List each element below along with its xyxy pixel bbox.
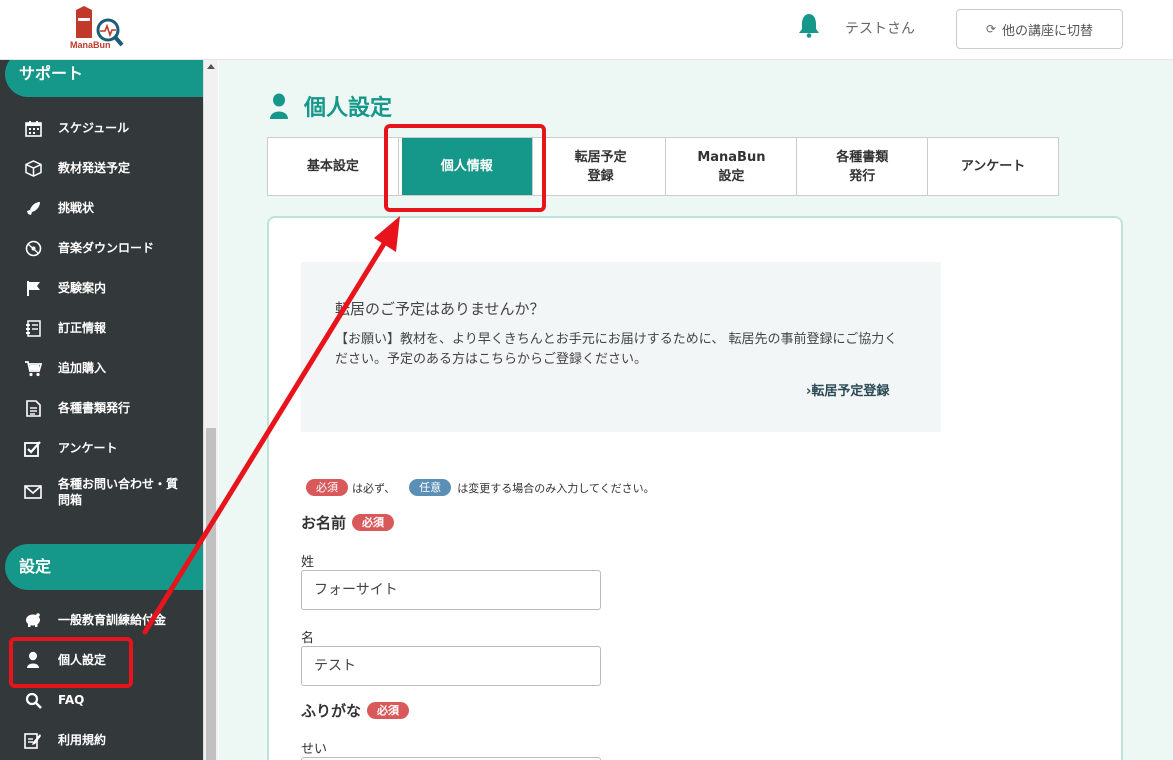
correction-icon <box>22 317 44 339</box>
box-icon <box>22 157 44 179</box>
tab-survey[interactable]: アンケート <box>928 138 1058 195</box>
tab-basic-settings[interactable]: 基本設定 <box>268 138 399 195</box>
sidebar-section-support: サポート <box>5 60 203 97</box>
sidebar-item-challenge[interactable]: 挑戦状 <box>0 197 203 219</box>
sidebar-scrollbar[interactable] <box>203 60 218 760</box>
furigana-title: ふりがな <box>301 702 362 720</box>
required-badge: 必須 <box>306 479 348 496</box>
field-legend: 必須 は必ず、 任意 は変更する場合のみ入力してください。 <box>306 479 655 496</box>
sidebar-item-corrections[interactable]: 訂正情報 <box>0 317 203 339</box>
user-icon <box>270 93 288 119</box>
page-title: 個人設定 <box>268 90 392 122</box>
sidebar-item-label: 各種書類発行 <box>58 401 131 415</box>
sidebar-item-exam-guide[interactable]: 受験案内 <box>0 277 203 299</box>
required-badge: 必須 <box>367 702 410 719</box>
last-name-input[interactable]: フォーサイト <box>301 570 601 610</box>
name-field-label: お名前 必須 <box>301 512 395 533</box>
edit-icon <box>22 729 44 751</box>
first-name-input[interactable]: テスト <box>301 646 601 686</box>
cart-icon <box>22 357 44 379</box>
username: テストさん <box>845 21 915 37</box>
checkbox-icon <box>22 437 44 459</box>
sidebar-item-label: スケジュール <box>58 121 130 135</box>
piggy-bank-icon <box>22 609 44 631</box>
sidebar-item-label: 一般教育訓練給付金 <box>58 613 167 627</box>
relocation-link[interactable]: ›転居予定登録 <box>806 380 889 399</box>
required-badge: 必須 <box>352 514 395 531</box>
last-name-label: 姓 <box>301 555 315 570</box>
tab-manabun-settings[interactable]: ManaBun 設定 <box>666 138 798 195</box>
switch-course-label: 他の講座に切替 <box>1002 23 1094 39</box>
sidebar-item-label: 挑戦状 <box>58 201 95 215</box>
notice-title: 転居のご予定はありませんか？ <box>335 300 545 318</box>
sidebar-section-settings: 設定 <box>5 544 203 590</box>
sidebar-item-schedule[interactable]: スケジュール <box>0 117 203 139</box>
sidebar-item-survey[interactable]: アンケート <box>0 437 203 459</box>
highlight-box-tab <box>384 124 546 212</box>
music-disc-icon <box>22 237 44 259</box>
sei-label: せい <box>301 742 328 757</box>
sidebar-item-label: 各種お問い合わせ・質問箱 <box>58 477 179 507</box>
sidebar-item-additional-purchase[interactable]: 追加購入 <box>0 357 203 379</box>
sidebar-item-label: 訂正情報 <box>58 321 107 335</box>
bell-icon[interactable] <box>798 12 820 38</box>
sidebar-item-label: FAQ <box>58 693 85 707</box>
app-header: ManaBun テストさん ⟳ 他の講座に切替 <box>0 0 1173 60</box>
flag-icon <box>22 277 44 299</box>
sidebar-item-label: アンケート <box>58 441 118 455</box>
notice-body: 【お願い】教材を、より早くきちんとお手元にお届けするために、 転居先の事前登録に… <box>335 332 898 367</box>
legend-required-text: は必ず、 <box>352 481 396 495</box>
document-icon <box>22 397 44 419</box>
sidebar-item-music-download[interactable]: 音楽ダウンロード <box>0 237 203 259</box>
sidebar-item-education-benefit[interactable]: 一般教育訓練給付金 <box>0 609 203 631</box>
calendar-icon <box>22 117 44 139</box>
page-title-text: 個人設定 <box>304 96 393 121</box>
rocket-icon <box>22 197 44 219</box>
logo-text: ManaBun <box>70 40 111 50</box>
mail-icon <box>22 481 44 503</box>
sidebar-item-terms[interactable]: 利用規約 <box>0 729 203 751</box>
name-title: お名前 <box>301 514 347 532</box>
sidebar-item-faq[interactable]: FAQ <box>0 689 203 711</box>
tab-documents[interactable]: 各種書類 発行 <box>797 138 929 195</box>
sidebar-item-label: 音楽ダウンロード <box>58 241 155 255</box>
switch-course-button[interactable]: ⟳ 他の講座に切替 <box>956 9 1123 49</box>
sidebar-item-label: 利用規約 <box>58 733 107 747</box>
scroll-up-arrow-icon[interactable] <box>207 64 215 69</box>
sidebar-item-label: 教材発送予定 <box>58 161 131 175</box>
sidebar-item-label: 受験案内 <box>58 281 107 295</box>
tab-relocation[interactable]: 転居予定 登録 <box>536 138 667 195</box>
search-icon <box>22 689 44 711</box>
first-name-label: 名 <box>301 631 315 646</box>
highlight-box-sidebar <box>9 637 133 688</box>
legend-optional-text: は変更する場合のみ入力してください。 <box>457 481 655 495</box>
sidebar-item-label: 追加購入 <box>58 361 107 375</box>
sidebar-item-inquiries[interactable]: 各種お問い合わせ・質問箱 <box>0 475 203 509</box>
optional-badge: 任意 <box>409 479 452 496</box>
sidebar-item-documents[interactable]: 各種書類発行 <box>0 397 203 419</box>
refresh-icon: ⟳ <box>985 22 997 36</box>
sidebar-item-shipping[interactable]: 教材発送予定 <box>0 157 203 179</box>
scrollbar-thumb[interactable] <box>206 428 216 760</box>
furigana-field-label: ふりがな 必須 <box>301 700 410 721</box>
